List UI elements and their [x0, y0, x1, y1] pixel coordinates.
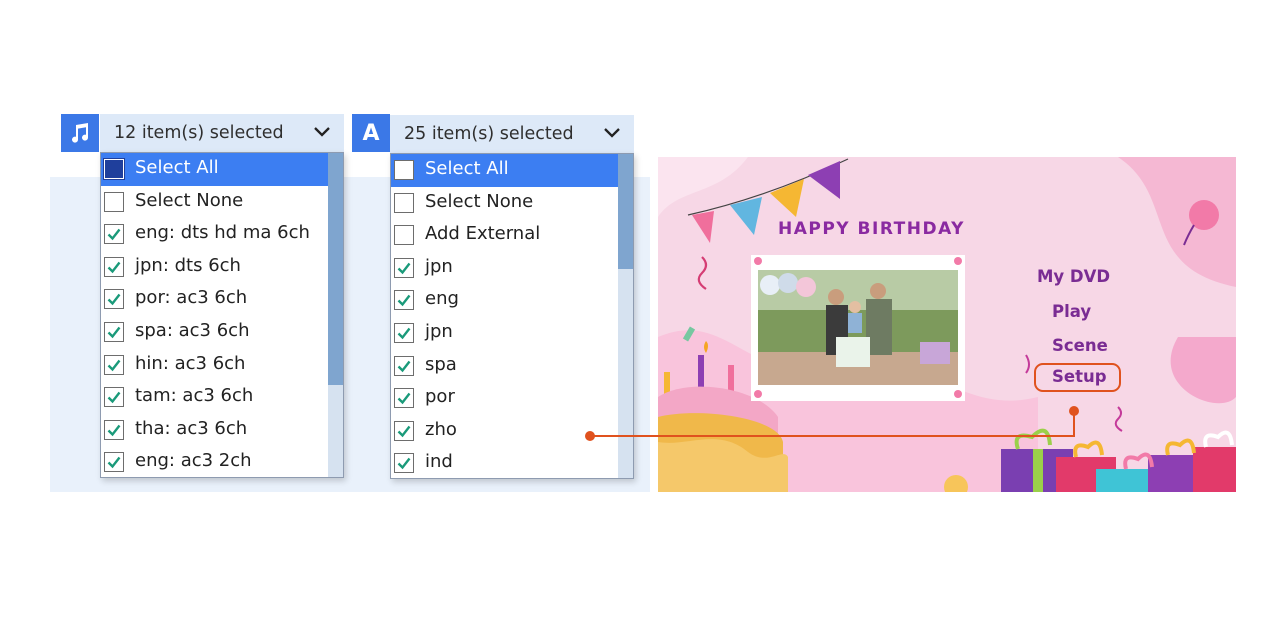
subtitle-selected-count: 25 item(s) selected: [404, 124, 574, 144]
option-label: spa: [425, 353, 457, 375]
checkbox-checked-icon[interactable]: [394, 453, 414, 474]
option-label: Select None: [135, 189, 244, 211]
option-label: zho: [425, 418, 457, 440]
checkbox-checked-icon[interactable]: [394, 388, 414, 409]
menu-item-my-dvd[interactable]: My DVD: [1037, 267, 1110, 286]
checkbox-checked-icon[interactable]: [394, 420, 414, 441]
menu-item-play[interactable]: Play: [1052, 302, 1091, 321]
audio-scrollbar-thumb[interactable]: [328, 153, 343, 385]
audio-option-6[interactable]: hin: ac3 6ch: [101, 349, 328, 382]
checkbox-checked-icon[interactable]: [104, 256, 124, 277]
checkbox-checked-icon[interactable]: [394, 290, 414, 311]
menu-item-scene[interactable]: Scene: [1052, 336, 1108, 355]
checkbox-checked-icon[interactable]: [394, 257, 414, 278]
option-label: eng: [425, 288, 459, 310]
subtitle-option-5[interactable]: jpn: [391, 317, 618, 350]
audio-option-7[interactable]: tam: ac3 6ch: [101, 381, 328, 414]
subtitle-option-4[interactable]: eng: [391, 284, 618, 317]
option-label: por: ac3 6ch: [135, 287, 248, 309]
option-label: Select All: [135, 157, 219, 178]
chevron-down-icon[interactable]: [602, 126, 622, 140]
option-label: tha: ac3 6ch: [135, 417, 248, 439]
option-label: tam: ac3 6ch: [135, 385, 254, 407]
audio-option-0[interactable]: Select All: [101, 153, 328, 186]
subtitle-option-8[interactable]: zho: [391, 415, 618, 448]
checkbox-checked-icon[interactable]: [394, 323, 414, 343]
option-label: jpn: [425, 255, 453, 277]
checkbox-checked-icon[interactable]: [104, 224, 124, 245]
subtitle-option-1[interactable]: Select None: [391, 187, 618, 220]
checkbox-checked-icon[interactable]: [104, 354, 124, 375]
option-label: jpn: dts 6ch: [135, 254, 241, 276]
audio-option-2[interactable]: eng: dts hd ma 6ch: [101, 218, 328, 251]
checkbox-checked-icon[interactable]: [104, 452, 124, 473]
audio-option-8[interactable]: tha: ac3 6ch: [101, 414, 328, 447]
subtitle-track-dropdown: ind zho por spa jpn eng jpn Add External Select …: [390, 153, 634, 479]
dvd-menu-preview: HAPPY BIRTHDAY My DVD Play Scene Setup: [658, 157, 1236, 492]
audio-selected-count: 12 item(s) selected: [114, 123, 284, 143]
checkbox-unchecked-icon[interactable]: [394, 192, 414, 213]
music-note-icon: [61, 114, 99, 152]
option-label: spa: ac3 6ch: [135, 320, 250, 341]
letter-a-glyph: A: [362, 120, 380, 146]
checkbox-indeterminate-icon[interactable]: [103, 158, 125, 180]
subtitle-option-3[interactable]: jpn: [391, 252, 618, 285]
menu-title: HAPPY BIRTHDAY: [778, 219, 965, 239]
checkbox-unchecked-icon[interactable]: [104, 191, 124, 212]
audio-track-combo[interactable]: 12 item(s) selected: [100, 114, 344, 152]
letter-a-icon: A: [352, 114, 390, 152]
option-label: por: [425, 386, 455, 408]
audio-option-4[interactable]: por: ac3 6ch: [101, 283, 328, 316]
option-label: jpn: [425, 321, 453, 342]
audio-option-1[interactable]: Select None: [101, 186, 328, 219]
checkbox-checked-icon[interactable]: [104, 419, 124, 440]
checkbox-checked-icon[interactable]: [104, 289, 124, 310]
subtitle-option-0[interactable]: Select All: [391, 154, 618, 187]
checkbox-checked-icon[interactable]: [104, 322, 124, 342]
audio-option-5[interactable]: spa: ac3 6ch: [101, 316, 328, 349]
audio-option-3[interactable]: jpn: dts 6ch: [101, 251, 328, 284]
birthday-background-art: [658, 157, 1236, 492]
menu-item-setup[interactable]: Setup: [1052, 367, 1107, 386]
checkbox-unchecked-icon[interactable]: [394, 225, 414, 246]
subtitle-option-2[interactable]: Add External: [391, 219, 618, 252]
subtitle-scrollbar-thumb[interactable]: [618, 154, 633, 269]
checkbox-unchecked-icon[interactable]: [394, 160, 414, 180]
chevron-down-icon[interactable]: [312, 125, 332, 139]
option-label: hin: ac3 6ch: [135, 352, 246, 374]
option-label: Select All: [425, 158, 509, 179]
subtitle-option-6[interactable]: spa: [391, 350, 618, 383]
subtitle-track-combo[interactable]: 25 item(s) selected: [390, 115, 634, 153]
audio-track-dropdown: eng: ac3 2ch tha: ac3 6ch tam: ac3 6ch hin:…: [100, 152, 344, 478]
subtitle-option-7[interactable]: por: [391, 382, 618, 415]
option-label: eng: dts hd ma 6ch: [135, 222, 310, 244]
option-label: ind: [425, 451, 453, 473]
checkbox-checked-icon[interactable]: [394, 355, 414, 376]
subtitle-option-9[interactable]: ind: [391, 447, 618, 478]
option-label: eng: ac3 2ch: [135, 450, 252, 472]
option-label: Select None: [425, 190, 534, 212]
audio-option-9[interactable]: eng: ac3 2ch: [101, 446, 328, 477]
option-label: Add External: [425, 223, 541, 245]
checkbox-checked-icon[interactable]: [104, 387, 124, 408]
